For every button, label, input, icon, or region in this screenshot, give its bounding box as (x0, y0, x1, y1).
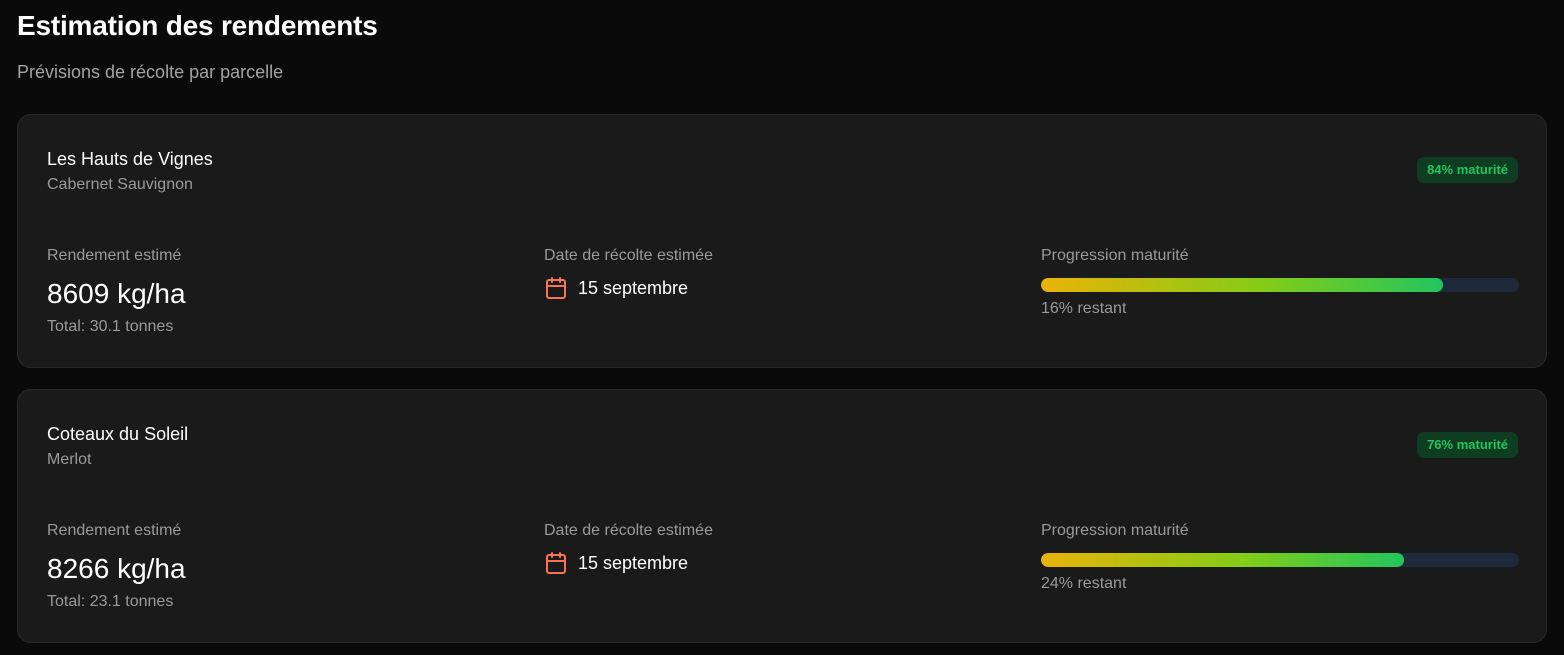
parcel-variety: Merlot (47, 451, 92, 468)
calendar-icon (544, 551, 568, 575)
yield-total: Total: 23.1 tonnes (47, 593, 174, 610)
maturity-badge: 76% maturité (1417, 432, 1518, 458)
progress-remaining: 16% restant (1041, 300, 1127, 317)
parcel-card[interactable]: Coteaux du Soleil Merlot 76% maturité Re… (17, 389, 1547, 643)
progress-remaining: 24% restant (1041, 575, 1127, 592)
harvest-date-label: Date de récolte estimée (544, 522, 713, 539)
maturity-progress-section: Progression maturité 16% restant (1041, 245, 1519, 319)
harvest-date-section: Date de récolte estimée 15 septembre (544, 245, 1004, 300)
page-subtitle: Prévisions de récolte par parcelle (17, 62, 284, 82)
yield-section: Rendement estimé 8609 kg/ha Total: 30.1 … (47, 245, 507, 337)
maturity-progress-fill (1041, 278, 1443, 292)
yield-label: Rendement estimé (47, 247, 182, 264)
page-title: Estimation des rendements (17, 10, 378, 41)
maturity-progress-bar (1041, 278, 1519, 292)
harvest-date-value: 15 septembre (578, 278, 689, 298)
yield-section: Rendement estimé 8266 kg/ha Total: 23.1 … (47, 520, 507, 612)
maturity-badge: 84% maturité (1417, 157, 1518, 183)
harvest-date-label: Date de récolte estimée (544, 247, 713, 264)
calendar-icon (544, 276, 568, 300)
parcel-name: Les Hauts de Vignes (47, 149, 213, 169)
yield-total: Total: 30.1 tonnes (47, 318, 174, 335)
parcel-variety: Cabernet Sauvignon (47, 176, 193, 193)
parcel-name: Coteaux du Soleil (47, 424, 189, 444)
parcel-card[interactable]: Les Hauts de Vignes Cabernet Sauvignon 8… (17, 114, 1547, 368)
harvest-date-section: Date de récolte estimée 15 septembre (544, 520, 1004, 575)
yield-label: Rendement estimé (47, 522, 182, 539)
yield-estimation-page: Estimation des rendements Prévisions de … (0, 0, 1564, 655)
progress-label: Progression maturité (1041, 247, 1189, 264)
maturity-progress-section: Progression maturité 24% restant (1041, 520, 1519, 594)
harvest-date-value: 15 septembre (578, 553, 689, 573)
yield-value: 8266 kg/ha (47, 553, 186, 584)
yield-value: 8609 kg/ha (47, 278, 186, 309)
maturity-progress-fill (1041, 553, 1405, 567)
maturity-progress-bar (1041, 553, 1519, 567)
progress-label: Progression maturité (1041, 522, 1189, 539)
